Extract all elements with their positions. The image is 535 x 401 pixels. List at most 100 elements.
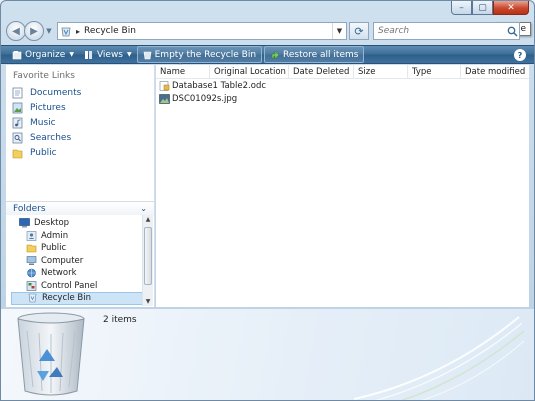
empty-bin-icon xyxy=(143,50,152,60)
file-list: ^ Name Original Location Date Deleted Si… xyxy=(156,63,529,307)
searches-icon xyxy=(11,132,23,144)
item-count: 2 items xyxy=(103,315,137,325)
search-icon[interactable] xyxy=(505,26,519,37)
close-button[interactable]: ✕ xyxy=(493,1,529,15)
organize-label: Organize xyxy=(25,49,66,60)
column-header-size[interactable]: Size xyxy=(354,65,408,78)
documents-icon xyxy=(11,87,23,99)
favorite-link-pictures[interactable]: Pictures xyxy=(11,100,151,115)
back-button[interactable]: ◀ xyxy=(6,21,26,41)
help-icon[interactable]: ? xyxy=(514,49,526,61)
favorite-link-label: Public xyxy=(30,147,57,158)
restore-all-items-button[interactable]: Restore all items xyxy=(264,46,365,63)
address-bar[interactable]: ▸ Recycle Bin ▼ xyxy=(57,22,347,40)
recycle-bin-icon xyxy=(61,25,72,37)
network-icon xyxy=(26,268,37,278)
restore-all-items-label: Restore all items xyxy=(283,49,359,60)
forward-button[interactable]: ▶ xyxy=(24,21,44,41)
pictures-icon xyxy=(11,102,23,114)
scroll-down-button[interactable]: ▼ xyxy=(143,297,153,306)
empty-recycle-bin-label: Empty the Recycle Bin xyxy=(154,49,257,60)
empty-recycle-bin-button[interactable]: Empty the Recycle Bin xyxy=(136,46,263,63)
desktop-icon xyxy=(19,218,30,228)
search-input[interactable] xyxy=(378,26,505,36)
file-name: Database1 Table2.odc xyxy=(172,81,267,91)
views-button[interactable]: Views ▼ xyxy=(79,46,137,63)
tree-item-network[interactable]: Network xyxy=(11,267,144,280)
organize-dropdown-icon: ▼ xyxy=(69,51,74,58)
recent-pages-dropdown[interactable]: ▼ xyxy=(44,27,54,35)
scroll-up-button[interactable]: ▲ xyxy=(143,215,153,224)
column-header-label: Type xyxy=(412,66,432,77)
user-folder-icon xyxy=(26,230,37,241)
tree-item-label: Network xyxy=(41,268,77,279)
organize-button[interactable]: Organize ▼ xyxy=(7,46,79,63)
public-folder-icon xyxy=(11,147,23,159)
odc-file-icon xyxy=(159,81,170,91)
sort-indicator-icon: ^ xyxy=(178,63,183,69)
tree-item-label: Admin xyxy=(41,230,69,241)
column-header-label: Date Deleted xyxy=(293,66,350,77)
column-header-name[interactable]: ^ Name xyxy=(156,63,210,78)
column-header-date-deleted[interactable]: Date Deleted xyxy=(289,65,354,78)
address-location[interactable]: Recycle Bin xyxy=(84,26,332,36)
column-header-label: Size xyxy=(358,66,376,77)
favorite-link-label: Documents xyxy=(30,87,82,98)
favorite-link-public[interactable]: Public xyxy=(11,145,151,160)
file-name: DSC01092s.jpg xyxy=(172,94,238,104)
column-header-label: Date modified xyxy=(465,66,526,77)
tree-item-control-panel[interactable]: Control Panel xyxy=(11,280,144,293)
recycle-bin-large-icon xyxy=(15,311,87,400)
explorer-window: – ▢ ✕ Close ◀ ▶ ▼ ▸ Recycle Bin ▼ ⟳ xyxy=(0,0,535,401)
decorative-swoosh xyxy=(354,316,524,400)
tree-item-recycle-bin[interactable]: Recycle Bin xyxy=(11,292,144,305)
tree-item-admin[interactable]: Admin xyxy=(11,230,144,243)
tree-item-computer[interactable]: Computer xyxy=(11,255,144,268)
favorite-links-title: Favorite Links xyxy=(13,71,75,81)
computer-icon xyxy=(26,255,37,266)
tree-item-label: Computer xyxy=(41,255,84,266)
refresh-button[interactable]: ⟳ xyxy=(349,22,369,40)
maximize-button[interactable]: ▢ xyxy=(472,1,493,15)
views-label: Views xyxy=(96,49,123,60)
favorite-link-searches[interactable]: Searches xyxy=(11,130,151,145)
tree-item-label: Public xyxy=(41,243,67,254)
tree-item-desktop[interactable]: Desktop xyxy=(11,217,144,230)
recycle-bin-icon xyxy=(27,293,38,303)
tree-item-label: Control Panel xyxy=(41,280,98,291)
favorite-links-list: Documents Pictures Music Searches Public xyxy=(11,85,151,160)
folders-title: Folders xyxy=(13,203,46,214)
music-icon xyxy=(11,117,23,129)
favorite-link-documents[interactable]: Documents xyxy=(11,85,151,100)
folders-header[interactable]: Folders ⌄ xyxy=(6,201,154,215)
column-header-original-location[interactable]: Original Location xyxy=(210,65,289,78)
organize-icon xyxy=(12,50,22,60)
favorite-link-label: Pictures xyxy=(30,102,66,113)
favorite-link-music[interactable]: Music xyxy=(11,115,151,130)
file-row[interactable]: DSC01092s.jpg xyxy=(156,93,529,105)
tree-item-label: Recycle Bin xyxy=(42,293,92,304)
favorite-link-label: Searches xyxy=(30,132,72,143)
column-header-date-modified[interactable]: Date modified xyxy=(461,65,529,78)
file-row[interactable]: Database1 Table2.odc xyxy=(156,80,529,92)
details-pane: 2 items xyxy=(1,308,534,400)
views-icon xyxy=(84,50,94,60)
chevron-down-icon[interactable]: ⌄ xyxy=(140,204,147,213)
restore-icon xyxy=(270,49,280,60)
folder-tree-scrollbar[interactable]: ▲ ▼ xyxy=(142,215,153,306)
folder-tree: Desktop Admin Public Computer Network Co… xyxy=(11,217,144,305)
column-header-label: Original Location xyxy=(214,66,286,77)
column-header-type[interactable]: Type xyxy=(408,65,461,78)
image-file-icon xyxy=(159,94,170,104)
minimize-button[interactable]: – xyxy=(451,1,472,15)
search-box[interactable] xyxy=(373,22,520,40)
breadcrumb-separator[interactable]: ▸ xyxy=(76,27,80,36)
address-dropdown[interactable]: ▼ xyxy=(332,23,346,39)
navigation-bar: ◀ ▶ ▼ ▸ Recycle Bin ▼ ⟳ xyxy=(6,20,529,42)
control-panel-icon xyxy=(26,280,37,291)
tree-item-label: Desktop xyxy=(34,218,70,229)
views-dropdown-icon: ▼ xyxy=(127,51,132,58)
command-bar: Organize ▼ Views ▼ Empty the Recycle Bin… xyxy=(1,45,534,64)
tree-item-public[interactable]: Public xyxy=(11,242,144,255)
scroll-thumb[interactable] xyxy=(144,227,152,285)
